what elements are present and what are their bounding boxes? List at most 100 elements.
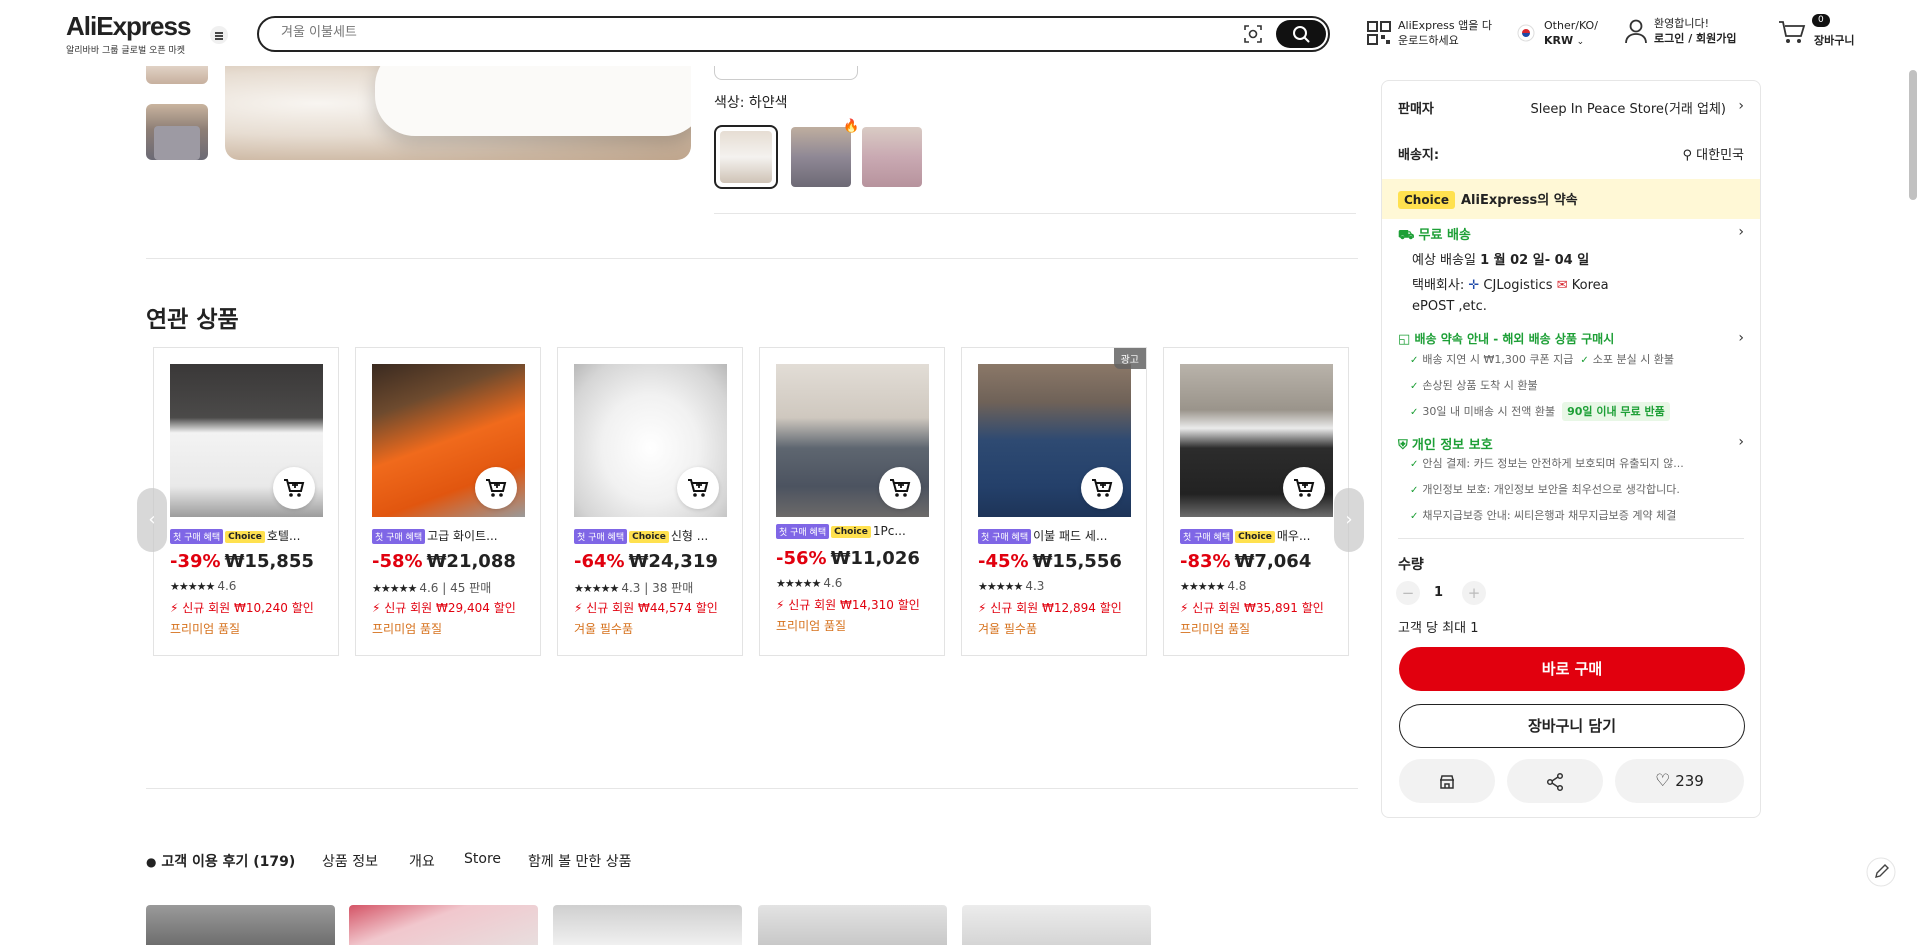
logo-text: AliExpress [66,11,191,41]
product-card[interactable]: 첫 구매 혜택 Choice 호텔... -39% ₩15,855 ★★★★★ 4.6 … [153,347,339,656]
page-scrollbar[interactable] [1908,66,1918,945]
tab-overview[interactable]: 개요 [409,851,435,871]
star-rating-icon: ★★★★★ [574,582,619,595]
product-card[interactable]: 광고 첫 구매 혜택 이불 패드 세... -45% ₩15,556 ★★★★★ 4.… [961,347,1147,656]
free-return-tag: 90일 이내 무료 반품 [1562,402,1670,421]
chevron-right-icon: › [1345,509,1353,530]
seller-row[interactable]: 판매자 Sleep In Peace Store(거래 업체) › [1398,98,1744,117]
color-swatch-pink[interactable] [860,125,924,189]
main-product-image[interactable] [225,66,691,160]
tab-reviews[interactable]: ● 고객 이용 후기 (179) [146,851,295,871]
carousel-prev-button[interactable]: ‹ [137,488,167,552]
chevron-right-icon: › [1738,434,1744,450]
product-price: -45% ₩15,556 [978,551,1122,572]
product-price: -64% ₩24,319 [574,551,718,572]
product-tagline: 프리미엄 품질 [372,622,443,636]
location-pin-icon: ⚲ [1682,148,1693,163]
pencil-icon [1866,857,1896,887]
seller-name[interactable]: Sleep In Peace Store(거래 업체) [1530,98,1726,117]
product-image [1180,364,1333,517]
quantity-limit: 고객 당 최대 1 [1398,621,1479,636]
share-icon [1546,772,1564,791]
buy-now-button[interactable]: 바로 구매 [1399,647,1745,691]
search-icon [1293,26,1310,43]
product-card[interactable]: 첫 구매 혜택 Choice 1Pc... -56% ₩11,026 ★★★★★ 4.6… [759,347,945,656]
thumbnail-image[interactable] [146,104,208,160]
product-rating: ★★★★★ 4.6 [776,576,843,590]
chevron-right-icon: › [1738,98,1744,114]
quantity-label: 수량 [1398,557,1424,573]
wishlist-button[interactable]: ♡ 239 [1615,759,1744,803]
product-tagline: 프리미엄 품질 [1180,622,1251,636]
quantity-decrease-button[interactable]: − [1396,581,1420,605]
chevron-right-icon: › [1738,224,1744,240]
review-photo[interactable] [758,905,947,945]
image-search-icon[interactable] [1243,24,1263,44]
cart-icon [1779,21,1806,43]
add-to-cart-icon[interactable] [475,467,517,509]
pin-icon: ● [146,855,157,869]
product-card[interactable]: 첫 구매 혜택 Choice 신형 ... -64% ₩24,319 ★★★★★ 4.3… [557,347,743,656]
choice-promise-banner: Choice AliExpress의 약속 [1382,179,1760,219]
package-icon: ◱ [1398,332,1411,347]
add-to-cart-icon[interactable] [1081,467,1123,509]
product-rating: ★★★★★ 4.6 [170,579,237,593]
add-to-cart-icon[interactable] [879,467,921,509]
product-tagline: 프리미엄 품질 [776,619,847,633]
store-button[interactable] [1399,759,1495,803]
new-user-coupon: ⚡ 신규 회원 ₩12,894 할인 [978,601,1122,615]
review-photo[interactable] [349,905,538,945]
ship-to-country[interactable]: ⚲ 대한민국 [1682,144,1744,163]
delivery-promise-title: 배송 약속 안내 - 해외 배송 상품 구매시 [1414,332,1615,346]
user-icon [1625,19,1647,44]
add-to-cart-button[interactable]: 장바구니 담기 [1399,704,1745,748]
courier-info: 택배회사: ✛ CJLogistics ✉ Korea ePOST ,etc. [1412,278,1609,314]
color-swatch-white[interactable] [714,125,778,189]
new-user-coupon: ⚡ 신규 회원 ₩35,891 할인 [1180,601,1324,615]
free-shipping-row[interactable]: ⛟ 무료 배송 › [1398,224,1744,245]
product-rating: ★★★★★ 4.6 | 45 판매 [372,581,492,595]
search-button[interactable] [1276,20,1326,48]
add-to-cart-icon[interactable] [677,467,719,509]
review-photo[interactable] [962,905,1151,945]
product-card[interactable]: 첫 구매 혜택 Choice 매우... -83% ₩7,064 ★★★★★ 4.8 ⚡… [1163,347,1349,656]
tab-recommended[interactable]: 함께 볼 만한 상품 [528,851,632,871]
product-price: -39% ₩15,855 [170,551,314,572]
review-photo[interactable] [553,905,742,945]
quantity-increase-button[interactable]: + [1462,581,1486,605]
divider [714,213,1356,214]
free-shipping-label: 무료 배송 [1418,228,1471,243]
wishlist-count: 239 [1675,772,1704,790]
star-rating-icon: ★★★★★ [372,582,417,595]
review-photo[interactable] [146,905,335,945]
tab-product-info[interactable]: 상품 정보 [322,851,378,871]
scrollbar-thumb[interactable] [1909,70,1917,200]
tab-store[interactable]: Store [464,851,501,867]
product-image [776,364,929,517]
star-rating-icon: ★★★★★ [1180,580,1225,593]
product-price: -56% ₩11,026 [776,548,920,569]
ship-to-row[interactable]: 배송지: ⚲ 대한민국 [1398,144,1744,163]
search-input[interactable] [281,25,1181,40]
search-bar [257,16,1330,52]
share-button[interactable] [1507,759,1603,803]
add-to-cart-icon[interactable] [1283,467,1325,509]
delivery-promise-row[interactable]: ◱ 배송 약속 안내 - 해외 배송 상품 구매시 › [1398,330,1744,347]
product-card[interactable]: 첫 구매 혜택 고급 화이트... -58% ₩21,088 ★★★★★ 4.6 | … [355,347,541,656]
ad-badge: 광고 [1113,348,1146,369]
login-signup-link[interactable]: 로그인 / 회원가입 [1654,31,1737,46]
menu-icon[interactable] [210,26,228,44]
carousel-next-button[interactable]: › [1334,488,1364,552]
product-title: 첫 구매 혜택 Choice 신형 ... [574,527,729,544]
qr-code-icon [1367,21,1391,45]
color-swatch-grey[interactable] [789,125,853,189]
app-download-line2: 운로드하세요 [1398,34,1459,47]
logo-subtitle: 알리바바 그룹 글로벌 오픈 마켓 [66,46,186,56]
cart-count-badge: 0 [1812,14,1830,27]
add-to-cart-icon[interactable] [273,467,315,509]
aliexpress-logo[interactable]: AliExpress 알리바바 그룹 글로벌 오픈 마켓 [66,11,191,56]
shield-icon: ⛨ [1398,438,1408,453]
quantity-value[interactable]: 1 [1434,585,1443,600]
edit-feedback-button[interactable] [1866,857,1896,887]
cart-label: 장바구니 [1814,34,1855,47]
